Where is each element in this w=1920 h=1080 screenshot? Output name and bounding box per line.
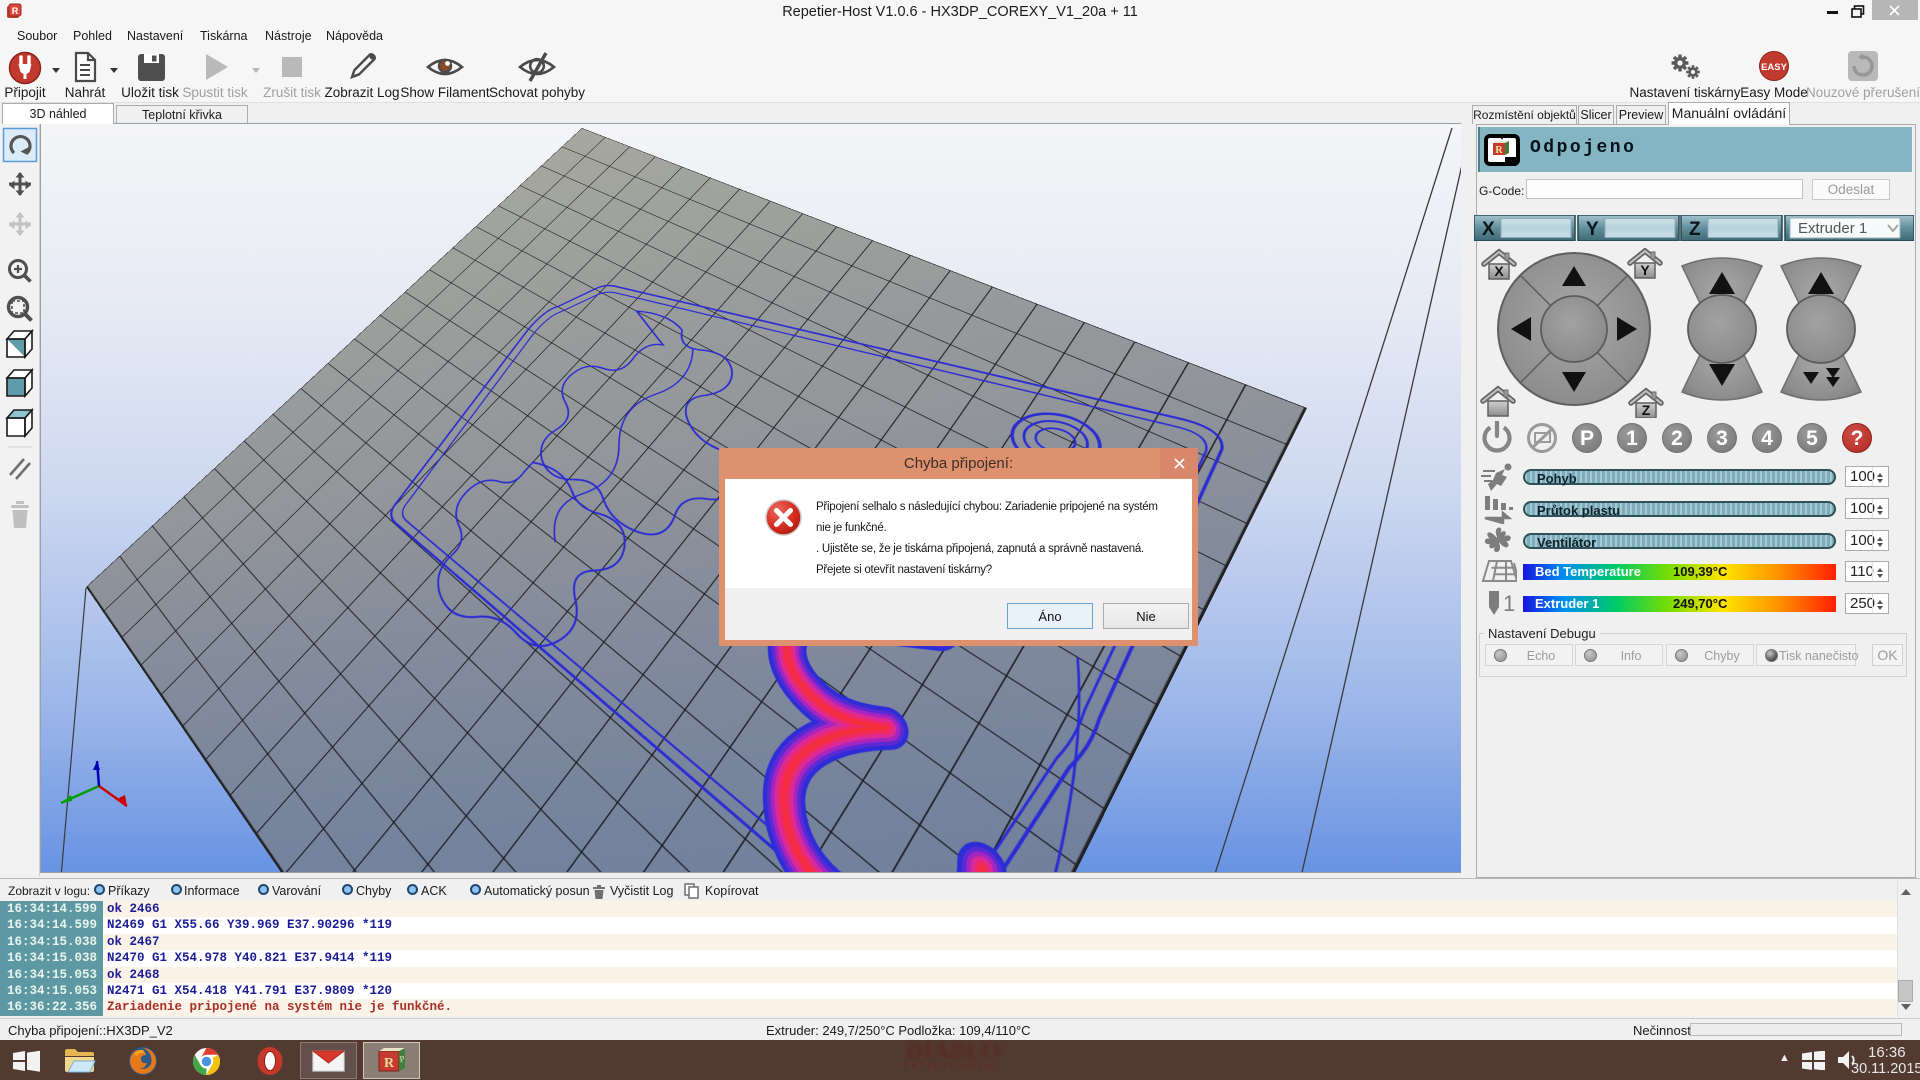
svg-text:R: R [384,1056,395,1071]
svg-text:1: 1 [1626,427,1638,450]
svg-text:1: 1 [1503,591,1515,616]
svg-text:R: R [1495,145,1503,156]
svg-text:4: 4 [1761,427,1773,450]
svg-text:3: 3 [1716,427,1728,450]
svg-text:X: X [1482,219,1495,240]
svg-text:?: ? [1851,427,1864,450]
svg-text:5: 5 [1806,427,1818,450]
svg-text:Z: Z [1642,402,1651,418]
svg-text:R: R [12,6,19,16]
svg-text:Z: Z [1689,219,1701,240]
svg-text:X: X [1494,263,1504,279]
svg-text:Extruder 1: Extruder 1 [1798,220,1867,237]
svg-text:2: 2 [1671,427,1683,450]
svg-text:EASY: EASY [1761,62,1788,73]
svg-text:P: P [1580,427,1594,450]
svg-text:Y: Y [1586,219,1599,240]
svg-text:Y: Y [1640,262,1650,278]
